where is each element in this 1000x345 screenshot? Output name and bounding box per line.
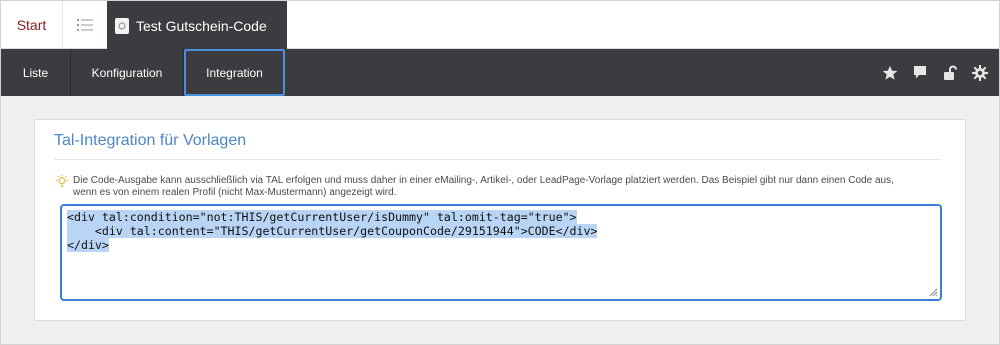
tab-list-view[interactable] <box>63 1 107 49</box>
hint-line: wenn es von einem realen Profil (nicht M… <box>73 187 397 198</box>
code-textarea[interactable]: <div tal:condition="not:THIS/getCurrentU… <box>60 204 942 301</box>
divider <box>54 159 941 160</box>
nav-actions <box>881 49 989 96</box>
comment-icon[interactable] <box>911 64 929 82</box>
lightbulb-icon <box>56 174 68 188</box>
unlock-icon[interactable] <box>941 64 959 82</box>
app-window: Start Test Gutschein-Code Liste Konfigur… <box>0 0 1000 345</box>
gear-icon[interactable] <box>971 64 989 82</box>
nav-item-integration[interactable]: Integration <box>184 49 285 96</box>
code-line: <div tal:condition="not:THIS/getCurrentU… <box>67 210 577 224</box>
hint-text: Die Code-Ausgabe kann ausschließlich via… <box>73 175 894 199</box>
resize-handle-icon[interactable] <box>928 287 938 297</box>
list-icon <box>77 19 93 31</box>
page-icon <box>115 17 129 34</box>
tab-start[interactable]: Start <box>1 1 63 49</box>
integration-panel: Tal-Integration für Vorlagen Die Code-Au… <box>34 119 966 321</box>
code-line: <div tal:content="THIS/getCurrentUser/ge… <box>67 224 598 238</box>
hint-line: Die Code-Ausgabe kann ausschließlich via… <box>73 175 894 186</box>
nav-item-liste[interactable]: Liste <box>1 49 71 96</box>
star-icon[interactable] <box>881 64 899 82</box>
tab-active-title: Test Gutschein-Code <box>136 17 267 34</box>
panel-title: Tal-Integration für Vorlagen <box>54 132 247 149</box>
hint: Die Code-Ausgabe kann ausschließlich via… <box>55 174 945 199</box>
nav-item-konfiguration[interactable]: Konfiguration <box>71 49 184 96</box>
tab-bar: Start Test Gutschein-Code <box>1 1 999 50</box>
nav-bar: Liste Konfiguration Integration <box>1 49 999 96</box>
tab-active-document[interactable]: Test Gutschein-Code <box>107 1 287 50</box>
code-line: </div> <box>67 238 109 252</box>
